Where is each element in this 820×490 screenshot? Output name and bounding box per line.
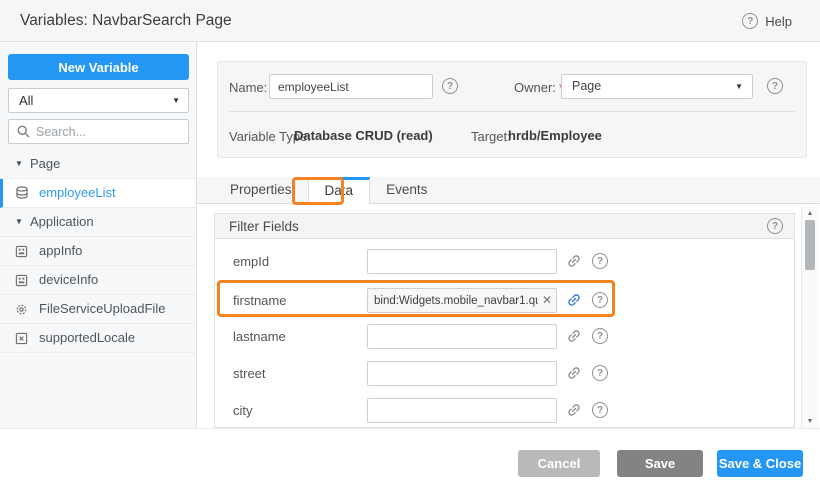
tree-group-page[interactable]: ▼ Page (0, 150, 196, 179)
target-label: Target: (471, 129, 511, 144)
clear-binding-icon[interactable]: ✕ (542, 288, 552, 313)
filter-fields-header: Filter Fields ? (215, 214, 794, 239)
chevron-down-icon: ▼ (15, 150, 27, 178)
search-box (8, 119, 189, 144)
filter-fields-help-icon[interactable]: ? (767, 218, 783, 234)
filter-row-street: street ? (215, 361, 794, 386)
caret-down-icon: ▼ (735, 75, 743, 98)
bind-link-icon[interactable] (566, 292, 583, 309)
category-filter-select[interactable]: All ▼ (8, 88, 189, 113)
app-info-icon (15, 245, 30, 258)
bind-link-icon[interactable] (566, 402, 583, 419)
variables-dialog: Variables: NavbarSearch Page ? Help New … (0, 0, 820, 490)
help-label: Help (765, 14, 792, 29)
name-field[interactable] (269, 74, 433, 99)
form-divider (229, 111, 795, 112)
lastname-help-icon[interactable]: ? (592, 328, 608, 344)
help-icon: ? (742, 13, 758, 29)
device-info-icon (15, 274, 30, 287)
tree-item-FileServiceUploadFile[interactable]: FileServiceUploadFile (0, 295, 196, 324)
scroll-up-icon[interactable]: ▲ (802, 210, 818, 217)
tab-properties[interactable]: Properties (214, 177, 308, 203)
owner-label: Owner:* (514, 80, 564, 95)
search-icon (17, 125, 30, 138)
bind-link-icon[interactable] (566, 365, 583, 382)
save-button[interactable]: Save (617, 450, 703, 477)
database-icon (15, 186, 30, 200)
locale-icon (15, 332, 30, 345)
dialog-header: Variables: NavbarSearch Page ? Help (0, 0, 820, 42)
city-help-icon[interactable]: ? (592, 402, 608, 418)
filter-row-firstname: firstname ✕ ? (215, 288, 794, 313)
search-input[interactable] (36, 125, 188, 139)
filter-row-empId: empId ? (215, 249, 794, 274)
save-and-close-button[interactable]: Save & Close (717, 450, 803, 477)
bind-link-icon[interactable] (566, 328, 583, 345)
variables-tree: ▼ Page employeeList ▼ Application appInf… (0, 150, 196, 353)
owner-select[interactable]: Page ▼ (561, 74, 753, 99)
chevron-down-icon: ▼ (15, 208, 27, 236)
dialog-footer: Cancel Save Save & Close (0, 428, 820, 490)
cancel-button[interactable]: Cancel (518, 450, 600, 477)
firstname-field[interactable] (367, 288, 557, 313)
tree-item-supportedLocale[interactable]: supportedLocale (0, 324, 196, 353)
dialog-title: Variables: NavbarSearch Page (20, 0, 232, 42)
owner-value: Page (572, 79, 601, 93)
street-field[interactable] (367, 361, 557, 386)
empId-help-icon[interactable]: ? (592, 253, 608, 269)
street-help-icon[interactable]: ? (592, 365, 608, 381)
variables-sidebar: New Variable All ▼ ▼ Page employeeList ▼… (0, 42, 197, 428)
filter-row-lastname: lastname ? (215, 324, 794, 349)
filter-row-city: city ? (215, 398, 794, 423)
tree-group-application[interactable]: ▼ Application (0, 208, 196, 237)
variable-details-form: Name:* ? Owner:* Page ▼ ? Variable Type:… (217, 61, 807, 158)
tab-events[interactable]: Events (370, 177, 443, 203)
scrollbar-thumb[interactable] (805, 220, 815, 270)
target-value: hrdb/Employee (508, 128, 602, 143)
owner-help-icon[interactable]: ? (767, 78, 783, 94)
service-icon (15, 303, 30, 316)
scroll-down-icon[interactable]: ▼ (802, 418, 818, 425)
help-button[interactable]: ? Help (742, 0, 792, 42)
new-variable-button[interactable]: New Variable (8, 54, 189, 80)
city-field[interactable] (367, 398, 557, 423)
tree-item-appInfo[interactable]: appInfo (0, 237, 196, 266)
variable-type-value: Database CRUD (read) (294, 128, 433, 143)
tree-item-employeeList[interactable]: employeeList (0, 179, 196, 208)
name-help-icon[interactable]: ? (442, 78, 458, 94)
category-filter-value: All (19, 93, 33, 108)
filter-fields-section: Filter Fields ? empId ? firstname ✕ ? la… (214, 213, 795, 428)
tab-data[interactable]: Data (308, 177, 371, 204)
content-scrollbar[interactable]: ▲ ▼ (801, 207, 818, 428)
lastname-field[interactable] (367, 324, 557, 349)
empId-field[interactable] (367, 249, 557, 274)
caret-down-icon: ▼ (172, 89, 180, 112)
filter-fields-title: Filter Fields (229, 214, 299, 239)
tree-item-deviceInfo[interactable]: deviceInfo (0, 266, 196, 295)
firstname-help-icon[interactable]: ? (592, 292, 608, 308)
bind-link-icon[interactable] (566, 253, 583, 270)
tab-strip: Properties Data Events (197, 177, 820, 204)
